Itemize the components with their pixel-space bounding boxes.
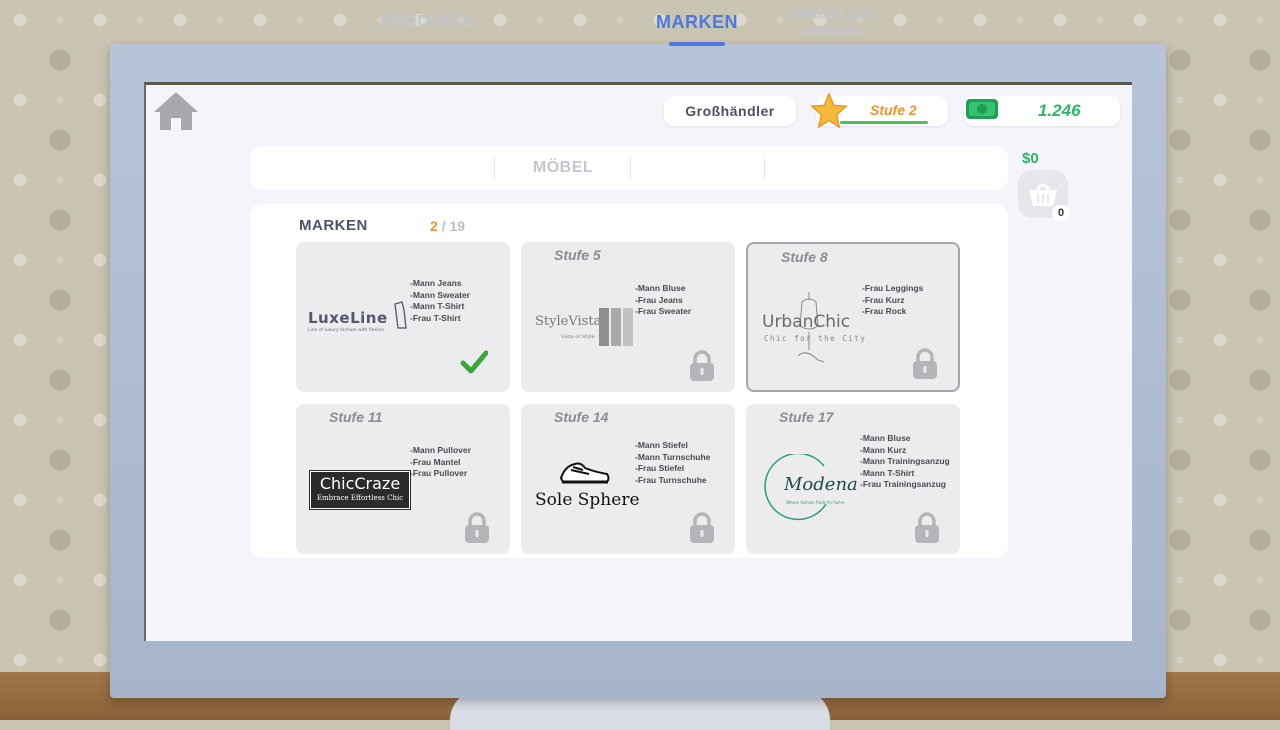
brand-logo: ChicCraze Embrace Effortless Chic <box>309 470 411 510</box>
logo-tagline: Embrace Effortless Chic <box>316 494 404 502</box>
brand-card-solesphere[interactable]: Stufe 14 -Mann Stiefel -Mann Turnschuhe … <box>521 404 735 554</box>
tab-brands[interactable]: MARKEN <box>642 0 752 46</box>
tab-divider <box>764 158 765 178</box>
money-display: 1.246 <box>964 96 1120 126</box>
brand-item: -Mann Sweater <box>410 289 470 300</box>
cart-price: $0 <box>1022 150 1039 167</box>
home-icon[interactable] <box>152 90 200 132</box>
brand-item: -Mann Bluse <box>860 433 911 443</box>
logo-text: StyleVista <box>535 314 602 329</box>
sneaker-icon <box>559 462 610 484</box>
brand-logo: StyleVista Vista of Style <box>535 308 639 348</box>
brand-level: Stufe 8 <box>781 249 828 265</box>
panel-title: MARKEN <box>299 217 368 234</box>
cart-count-badge: 0 <box>1052 205 1070 221</box>
tab-special-design[interactable]: SPEZIELLES DESIGN <box>776 0 888 44</box>
brand-items: -Mann Jeans -Mann Sweater -Mann T-Shirt … <box>410 278 470 324</box>
level-label: Stufe 2 <box>870 102 917 118</box>
brand-items: -Mann Stiefel -Mann Turnschuhe -Frau Sti… <box>635 440 710 486</box>
logo-text: LuxeLine <box>308 309 388 327</box>
brand-level: Stufe 11 <box>329 409 383 425</box>
brand-item: -Mann Kurz <box>860 444 907 455</box>
brand-level: Stufe 17 <box>779 409 834 425</box>
logo-bars-icon <box>599 308 633 346</box>
brand-items: -Mann Pullover -Frau Mantel -Frau Pullov… <box>410 445 471 480</box>
basket-icon <box>1029 183 1057 206</box>
logo-text: Sole Sphere <box>535 490 640 510</box>
level-indicator: Stufe 2 <box>810 92 948 129</box>
brand-card-chiccraze[interactable]: Stufe 11 -Mann Pullover -Frau Mantel -Fr… <box>296 404 510 554</box>
wholesale-button[interactable]: Großhändler <box>664 96 796 126</box>
lock-icon <box>915 512 939 543</box>
tab-products[interactable]: PRODUKTE <box>370 0 486 44</box>
brand-items: -Mann Bluse -Frau Jeans -Frau Sweater <box>635 283 691 318</box>
tab-special-design-label: SPEZIELLES DESIGN <box>789 6 875 38</box>
cash-icon <box>966 99 998 119</box>
brand-item: -Frau Leggings <box>862 283 924 293</box>
brand-card-urbanchic[interactable]: Stufe 8 -Frau Leggings -Frau Kurz -Frau … <box>746 242 960 392</box>
brand-item: -Frau Rock <box>862 306 907 316</box>
brand-item: -Mann Jeans <box>410 278 462 288</box>
brand-item: -Mann Turnschuhe <box>635 451 711 462</box>
brand-item: -Mann Bluse <box>635 283 686 293</box>
brand-item: -Frau Trainingsanzug <box>860 479 946 489</box>
brand-logo: Modena Where fashion finds its home <box>764 454 860 524</box>
brand-item: -Frau Turnschuhe <box>635 474 707 485</box>
brand-item: -Mann Stiefel <box>635 440 688 450</box>
brand-item: -Frau Sweater <box>635 306 692 316</box>
tab-furniture[interactable]: MÖBEL <box>510 146 616 190</box>
brand-count-current: 2 <box>430 218 438 234</box>
logo-text: UrbanChic <box>762 312 851 332</box>
brand-level: Stufe 5 <box>554 247 601 263</box>
logo-text: ChicCraze <box>319 474 401 493</box>
brand-card-luxeline[interactable]: -Mann Jeans -Mann Sweater -Mann T-Shirt … <box>296 242 510 392</box>
brand-count-total: / 19 <box>441 218 466 234</box>
brand-item: -Mann Pullover <box>410 445 471 455</box>
lock-icon <box>465 512 489 543</box>
brand-level: Stufe 14 <box>554 409 609 425</box>
tab-divider <box>494 158 495 178</box>
brand-items: -Mann Bluse -Mann Kurz -Mann Trainingsan… <box>860 433 950 491</box>
tab-bar <box>250 146 1008 190</box>
brand-item: -Frau Pullover <box>410 468 468 478</box>
brand-item: -Frau Mantel <box>410 456 461 467</box>
brand-item: -Frau Kurz <box>862 294 905 305</box>
brand-item: -Frau T-Shirt <box>410 312 461 323</box>
logo-tagline: Where fashion finds its home <box>786 500 845 505</box>
logo-tagline: Chic for the City <box>764 334 867 343</box>
brand-count: 2 / 19 <box>430 218 465 234</box>
tab-furniture-label: MÖBEL <box>532 159 594 176</box>
brand-item: -Frau Jeans <box>635 294 683 305</box>
money-value: 1.246 <box>1038 101 1081 120</box>
logo-tagline: Line of luxury fashion with flexion <box>308 328 384 333</box>
tab-divider <box>630 158 631 178</box>
check-icon <box>460 350 488 374</box>
brand-item: -Frau Stiefel <box>635 463 685 473</box>
brand-item: -Mann T-Shirt <box>860 467 915 478</box>
level-progress-bar <box>840 121 928 124</box>
wholesale-label: Großhändler <box>685 103 775 119</box>
brand-logo: Sole Sphere <box>533 460 640 520</box>
brand-logo: LuxeLine Line of luxury fashion with fle… <box>308 301 407 333</box>
tab-brands-label: MARKEN <box>656 11 738 32</box>
brand-item: -Mann Trainingsanzug <box>860 456 950 466</box>
tab-products-label: PRODUKTE <box>381 13 475 30</box>
lock-icon <box>913 348 937 379</box>
lock-icon <box>690 512 714 543</box>
shirt-icon <box>394 301 407 329</box>
star-icon <box>810 92 848 129</box>
brand-item: -Mann T-Shirt <box>410 301 465 311</box>
brand-card-stylevista[interactable]: Stufe 5 -Mann Bluse -Frau Jeans -Frau Sw… <box>521 242 735 392</box>
lock-icon <box>690 350 714 381</box>
brand-card-modena[interactable]: Stufe 17 -Mann Bluse -Mann Kurz -Mann Tr… <box>746 404 960 554</box>
logo-tagline: Vista of Style <box>561 334 595 340</box>
brand-items: -Frau Leggings -Frau Kurz -Frau Rock <box>862 283 923 318</box>
logo-text: Modena <box>784 474 858 495</box>
brand-logo: UrbanChic Chic for the City <box>762 290 865 370</box>
